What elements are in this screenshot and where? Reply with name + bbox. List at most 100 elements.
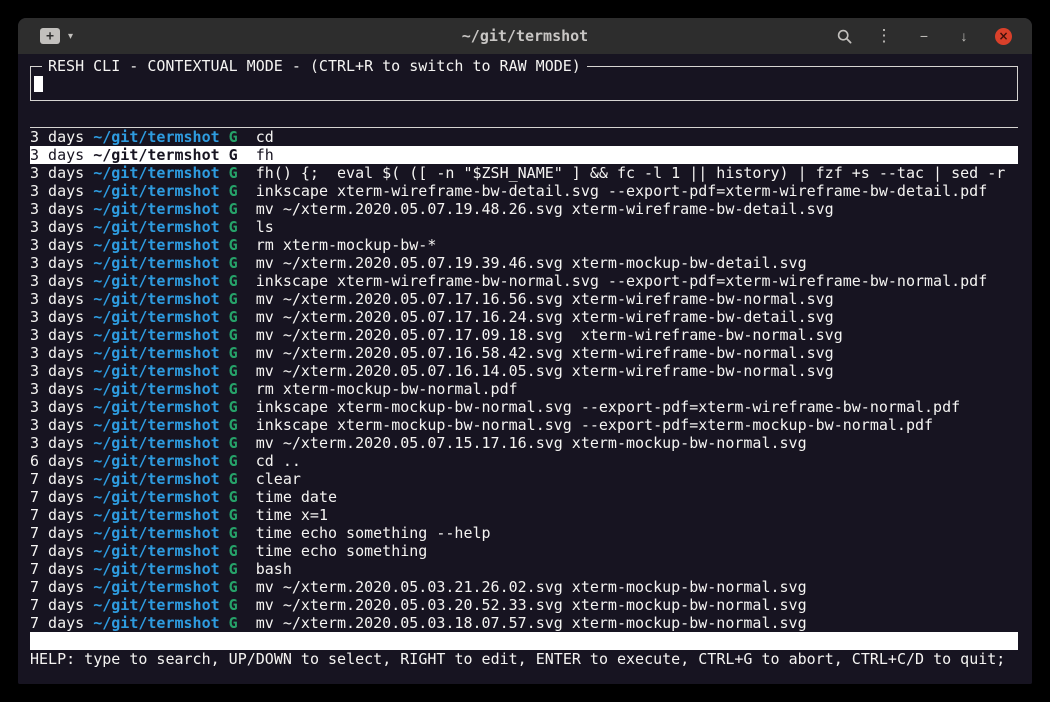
history-row[interactable]: 7 days~/git/termshotGtime echo something <box>30 542 1018 560</box>
row-time: 3 days <box>30 272 93 290</box>
row-command: inkscape xterm-mockup-bw-normal.svg --ex… <box>256 416 933 434</box>
history-row[interactable]: 3 days~/git/termshotGrm xterm-mockup-bw-… <box>30 236 1018 254</box>
row-directory: ~/git/termshot <box>93 362 228 380</box>
history-row[interactable]: 3 days~/git/termshotGmv ~/xterm.2020.05.… <box>30 254 1018 272</box>
history-row[interactable]: 3 days~/git/termshotGinkscape xterm-wire… <box>30 272 1018 290</box>
row-flags: G <box>229 416 256 434</box>
row-directory: ~/git/termshot <box>93 182 228 200</box>
row-command: mv ~/xterm.2020.05.03.21.26.02.svg xterm… <box>256 578 807 596</box>
history-row[interactable]: 3 days~/git/termshotGinkscape xterm-mock… <box>30 416 1018 434</box>
history-row[interactable]: 3 days~/git/termshotGcd <box>30 128 1018 146</box>
row-flags: G <box>229 254 256 272</box>
row-command: inkscape xterm-mockup-bw-normal.svg --ex… <box>256 398 960 416</box>
help-line: HELP: type to search, UP/DOWN to select,… <box>30 650 1018 668</box>
history-row[interactable]: 3 days~/git/termshotGrm xterm-mockup-bw-… <box>30 380 1018 398</box>
row-command: mv ~/xterm.2020.05.07.17.16.24.svg xterm… <box>256 308 834 326</box>
history-row[interactable]: 7 days~/git/termshotGmv ~/xterm.2020.05.… <box>30 596 1018 614</box>
minimize-button[interactable]: − <box>915 27 933 45</box>
row-flags: G <box>229 344 256 362</box>
row-directory: ~/git/termshot <box>93 254 228 272</box>
menu-button[interactable]: ⋮ <box>875 27 893 45</box>
row-time: 3 days <box>30 434 93 452</box>
row-flags: G <box>229 506 256 524</box>
terminal-content: RESH CLI - CONTEXTUAL MODE - (CTRL+R to … <box>18 54 1032 684</box>
history-row[interactable]: 3 days~/git/termshotGmv ~/xterm.2020.05.… <box>30 362 1018 380</box>
row-time: 3 days <box>30 164 93 182</box>
history-row[interactable]: 7 days~/git/termshotGtime x=1 <box>30 506 1018 524</box>
row-directory: ~/git/termshot <box>93 146 228 164</box>
row-directory: ~/git/termshot <box>93 524 228 542</box>
row-directory: ~/git/termshot <box>93 164 228 182</box>
history-row[interactable]: 3 days~/git/termshotGinkscape xterm-wire… <box>30 182 1018 200</box>
row-flags: G <box>229 290 256 308</box>
row-flags: G <box>229 272 256 290</box>
row-command: clear <box>256 470 301 488</box>
close-button[interactable]: × <box>995 28 1012 45</box>
row-directory: ~/git/termshot <box>93 236 228 254</box>
search-button[interactable] <box>835 27 853 45</box>
row-time: 3 days <box>30 200 93 218</box>
row-flags: G <box>229 560 256 578</box>
history-row[interactable]: 7 days~/git/termshotGclear <box>30 470 1018 488</box>
row-directory: ~/git/termshot <box>93 488 228 506</box>
titlebar-right-group: ⋮ − ↓ × <box>835 27 1012 45</box>
history-row[interactable]: 3 days~/git/termshotGinkscape xterm-mock… <box>30 398 1018 416</box>
row-time: 7 days <box>30 470 93 488</box>
history-row[interactable]: 3 days~/git/termshotGfh() {; eval $( ([ … <box>30 164 1018 182</box>
row-command: time date <box>256 488 337 506</box>
row-time: 7 days <box>30 596 93 614</box>
restore-button[interactable]: ↓ <box>955 27 973 45</box>
resh-search-box[interactable]: RESH CLI - CONTEXTUAL MODE - (CTRL+R to … <box>30 66 1018 101</box>
row-command: rm xterm-mockup-bw-normal.pdf <box>256 380 518 398</box>
row-time: 3 days <box>30 236 93 254</box>
search-icon <box>837 29 852 44</box>
history-row[interactable]: 3 days~/git/termshotGfh <box>30 146 1018 164</box>
history-row[interactable]: 7 days~/git/termshotGtime echo something… <box>30 524 1018 542</box>
row-time: 3 days <box>30 182 93 200</box>
close-icon: × <box>998 30 1008 42</box>
titlebar[interactable]: + ▾ ~/git/termshot ⋮ − ↓ × <box>18 18 1032 54</box>
row-time: 3 days <box>30 344 93 362</box>
history-row[interactable]: 7 days~/git/termshotGbash <box>30 560 1018 578</box>
chevron-down-icon[interactable]: ▾ <box>68 31 73 42</box>
row-command: inkscape xterm-wireframe-bw-detail.svg -… <box>256 182 988 200</box>
history-row[interactable]: 7 days~/git/termshotGtime date <box>30 488 1018 506</box>
history-row[interactable]: 3 days~/git/termshotGmv ~/xterm.2020.05.… <box>30 308 1018 326</box>
history-row[interactable]: 3 days~/git/termshotGls <box>30 218 1018 236</box>
row-directory: ~/git/termshot <box>93 326 228 344</box>
row-flags: G <box>229 200 256 218</box>
resh-mode-title: RESH CLI - CONTEXTUAL MODE - (CTRL+R to … <box>42 58 587 75</box>
history-row[interactable]: 3 days~/git/termshotGmv ~/xterm.2020.05.… <box>30 290 1018 308</box>
history-row[interactable]: 7 days~/git/termshotGmv ~/xterm.2020.05.… <box>30 578 1018 596</box>
row-flags: G <box>229 362 256 380</box>
kebab-menu-icon: ⋮ <box>876 27 893 45</box>
row-command: mv ~/xterm.2020.05.07.16.58.42.svg xterm… <box>256 344 834 362</box>
row-directory: ~/git/termshot <box>93 578 228 596</box>
history-row[interactable]: 3 days~/git/termshotGmv ~/xterm.2020.05.… <box>30 344 1018 362</box>
row-time: 3 days <box>30 326 93 344</box>
row-time: 7 days <box>30 488 93 506</box>
row-time: 3 days <box>30 128 93 146</box>
history-row[interactable]: 3 days~/git/termshotGmv ~/xterm.2020.05.… <box>30 200 1018 218</box>
history-list: 3 days~/git/termshotGcd3 days~/git/terms… <box>30 128 1018 632</box>
row-command: time echo something --help <box>256 524 491 542</box>
row-flags: G <box>229 434 256 452</box>
history-row[interactable]: 7 days~/git/termshotGmv ~/xterm.2020.05.… <box>30 614 1018 632</box>
status-bar: 2020-05-08 00:34:56tower:~/git/termshotf… <box>30 632 1018 650</box>
row-directory: ~/git/termshot <box>93 344 228 362</box>
row-flags: G <box>229 596 256 614</box>
row-flags: G <box>229 326 256 344</box>
new-tab-button[interactable]: + <box>40 28 60 44</box>
row-flags: G <box>229 488 256 506</box>
history-row[interactable]: 3 days~/git/termshotGmv ~/xterm.2020.05.… <box>30 434 1018 452</box>
row-directory: ~/git/termshot <box>93 416 228 434</box>
row-command: ls <box>256 218 274 236</box>
row-flags: G <box>229 398 256 416</box>
row-directory: ~/git/termshot <box>93 542 228 560</box>
history-row[interactable]: 3 days~/git/termshotGmv ~/xterm.2020.05.… <box>30 326 1018 344</box>
row-command: time echo something <box>256 542 428 560</box>
row-time: 6 days <box>30 452 93 470</box>
row-time: 3 days <box>30 146 93 164</box>
history-row[interactable]: 6 days~/git/termshotGcd .. <box>30 452 1018 470</box>
row-directory: ~/git/termshot <box>93 272 228 290</box>
